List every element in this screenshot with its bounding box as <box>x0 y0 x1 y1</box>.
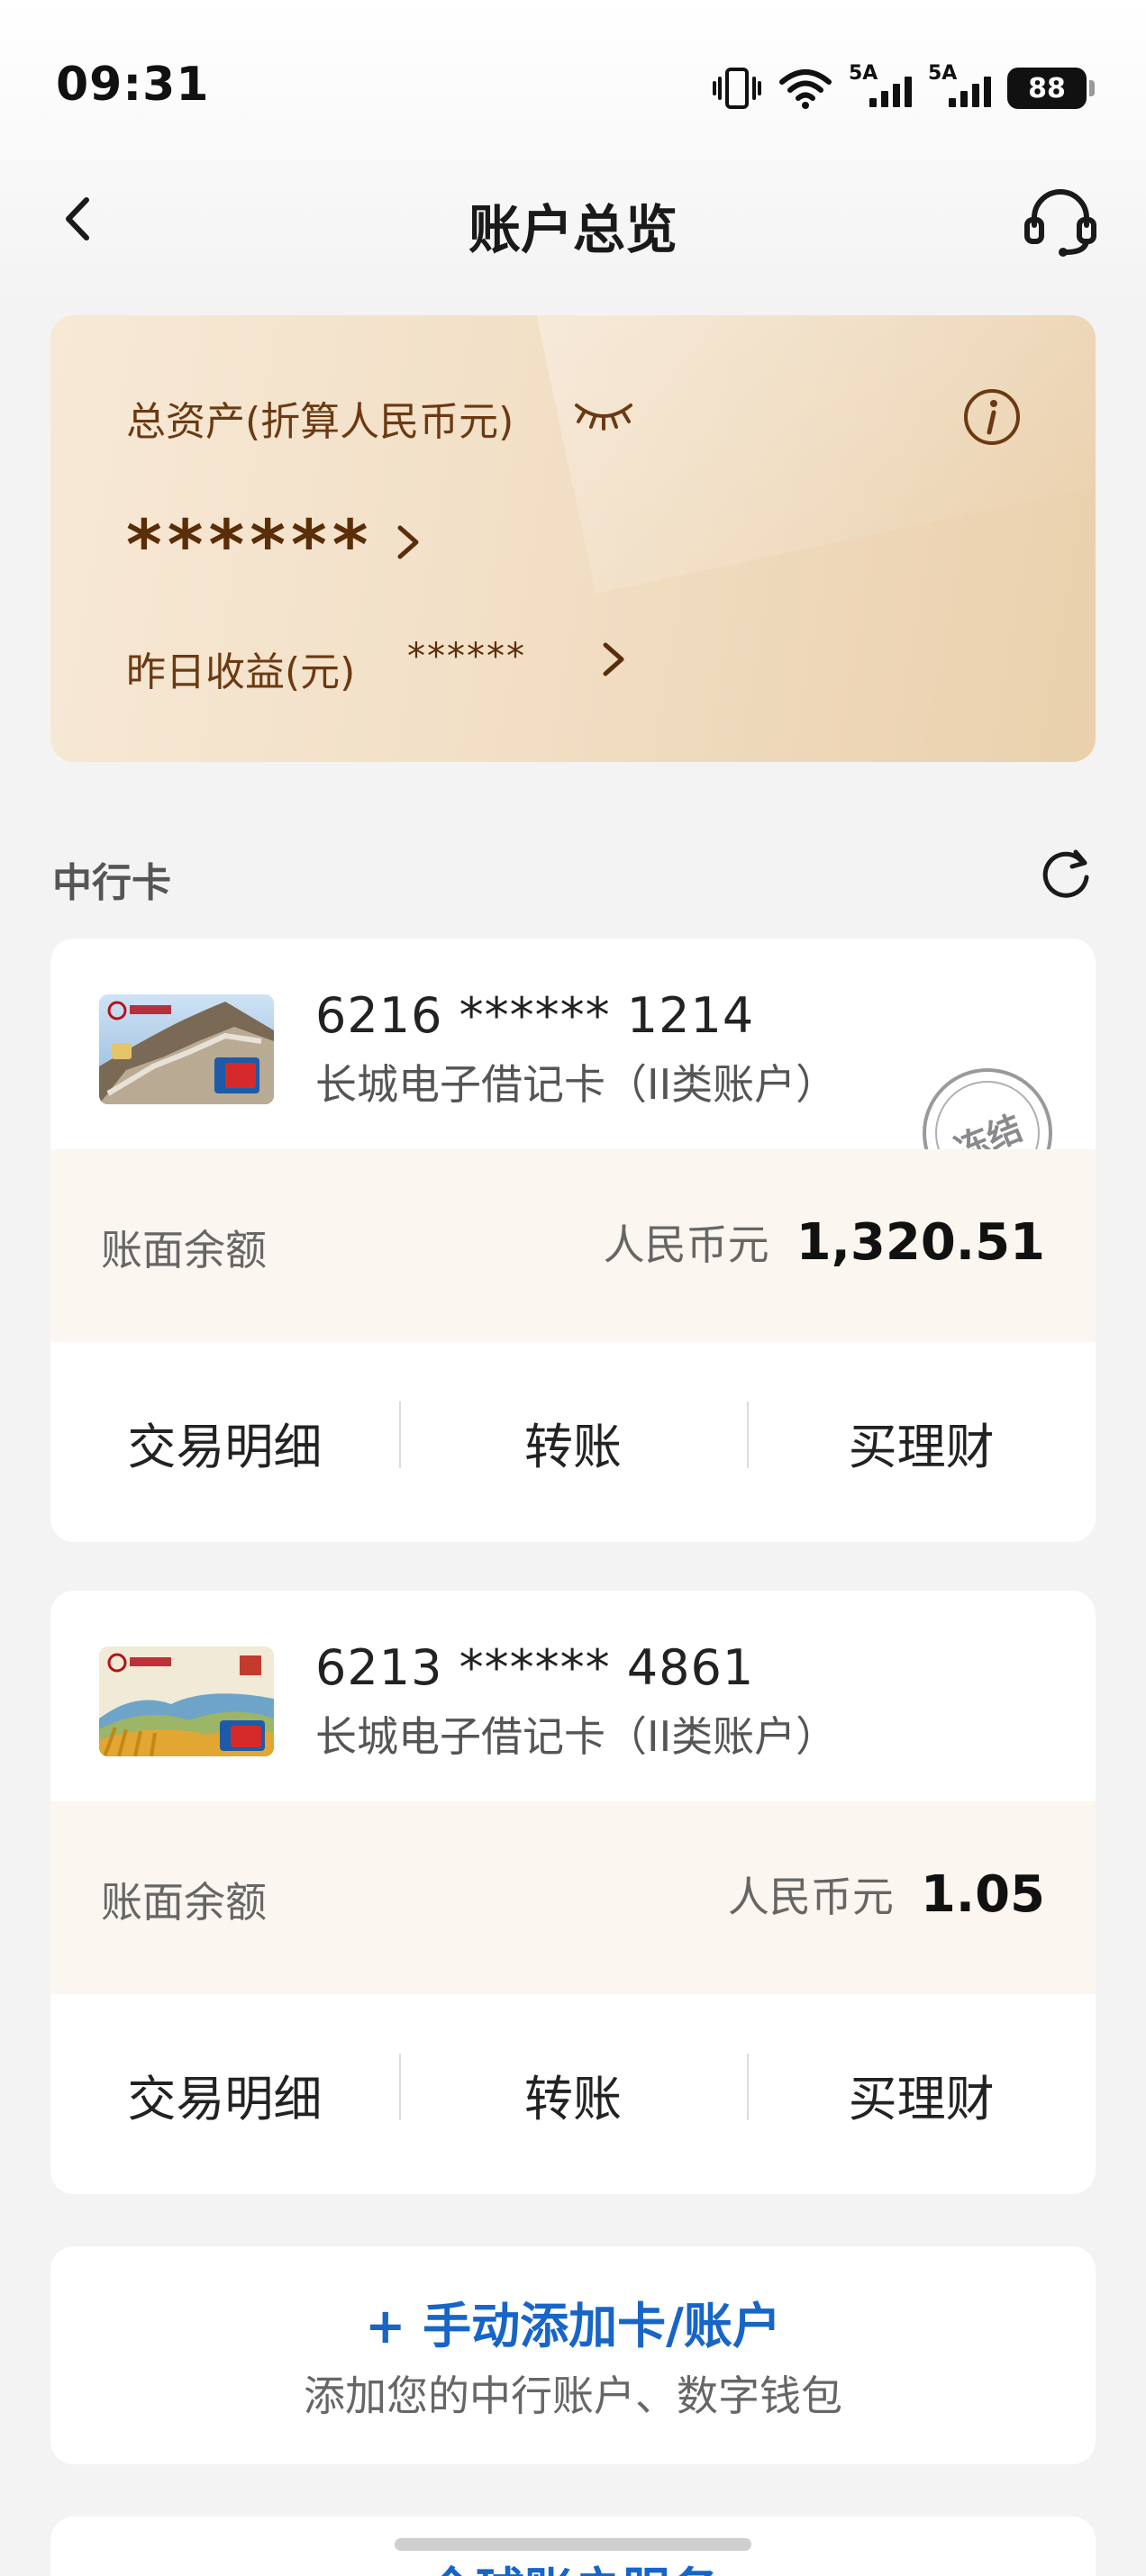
info-icon[interactable] <box>962 387 1022 447</box>
status-icons: 5A 5A 88 <box>712 61 1095 115</box>
eye-closed-icon[interactable] <box>571 389 636 434</box>
card-image <box>99 994 274 1104</box>
balance-value-group: 人民币元 1.05 <box>728 1864 1045 1924</box>
global-account-service-title: 全球账户服务 <box>50 2551 1096 2576</box>
battery-icon: 88 <box>1007 68 1095 109</box>
total-assets-value: ****** <box>126 504 374 585</box>
transaction-details-button[interactable]: 交易明细 <box>50 1407 399 1478</box>
buy-wealth-product-button[interactable]: 买理财 <box>747 2053 1096 2130</box>
balance-label: 账面余额 <box>101 1878 267 1927</box>
account-actions: 交易明细 转账 买理财 <box>50 1994 1096 2194</box>
total-assets-label: 总资产(折算人民币元) <box>126 399 514 445</box>
vibrate-icon <box>713 68 761 109</box>
balance-amount: 1,320.51 <box>796 1213 1045 1272</box>
add-account-subtitle: 添加您的中行账户、数字钱包 <box>304 2372 842 2420</box>
wifi-icon <box>779 69 832 109</box>
section-title: 中行卡 <box>52 860 171 906</box>
card-type: 长城电子借记卡（II类账户） <box>315 1060 838 1109</box>
balance-amount: 1.05 <box>920 1865 1045 1924</box>
account-card[interactable]: 6216 ****** 1214 长城电子借记卡（II类账户） 冻结 账面余额 … <box>50 939 1096 1542</box>
balance-value-group: 人民币元 1,320.51 <box>604 1212 1045 1272</box>
add-account-card[interactable]: + 手动添加卡/账户 添加您的中行账户、数字钱包 <box>50 2246 1096 2464</box>
account-card[interactable]: 6213 ****** 4861 长城电子借记卡（II类账户） 账面余额 人民币… <box>50 1591 1096 2194</box>
balance-currency: 人民币元 <box>727 1873 894 1921</box>
status-bar: 09:31 5A 5A 88 <box>0 0 1146 171</box>
transfer-button[interactable]: 转账 <box>398 1401 748 1478</box>
balance-row: 账面余额 人民币元 1,320.51 <box>50 1149 1096 1342</box>
frozen-stamp-area: 冻结 <box>825 939 1096 1149</box>
yesterday-earnings-value: ****** <box>407 636 526 677</box>
status-time: 09:31 <box>56 58 210 112</box>
account-actions: 交易明细 转账 买理财 <box>50 1342 1096 1542</box>
refresh-icon[interactable] <box>1036 843 1096 903</box>
transfer-button[interactable]: 转账 <box>398 2053 748 2130</box>
yesterday-earnings-label: 昨日收益(元) <box>126 649 356 695</box>
home-indicator <box>395 2538 751 2551</box>
frozen-stamp-text: 冻结 <box>949 1108 1028 1149</box>
balance-currency: 人民币元 <box>603 1220 769 1269</box>
card-number: 6213 ****** 4861 <box>315 1639 755 1696</box>
signal-icon: 5A <box>928 62 991 111</box>
balance-label: 账面余额 <box>101 1226 267 1274</box>
app-header: 账户总览 <box>0 171 1146 270</box>
page-title: 账户总览 <box>468 199 678 260</box>
add-account-button[interactable]: + 手动添加卡/账户 <box>50 2286 1096 2357</box>
balance-row: 账面余额 人民币元 1.05 <box>50 1801 1096 1994</box>
headset-icon[interactable] <box>1020 180 1101 261</box>
card-number: 6216 ****** 1214 <box>315 987 755 1044</box>
chevron-right-icon[interactable] <box>386 515 431 569</box>
signal-icon: 5A <box>849 62 912 111</box>
asset-summary-card[interactable]: 总资产(折算人民币元) ****** 昨日收益(元) ****** <box>50 315 1096 762</box>
buy-wealth-product-button[interactable]: 买理财 <box>747 1401 1096 1478</box>
transaction-details-button[interactable]: 交易明细 <box>50 2059 399 2130</box>
card-type: 长城电子借记卡（II类账户） <box>315 1712 838 1761</box>
chevron-right-icon[interactable] <box>591 632 636 686</box>
frozen-stamp: 冻结 <box>923 1068 1052 1149</box>
card-image <box>99 1646 274 1756</box>
